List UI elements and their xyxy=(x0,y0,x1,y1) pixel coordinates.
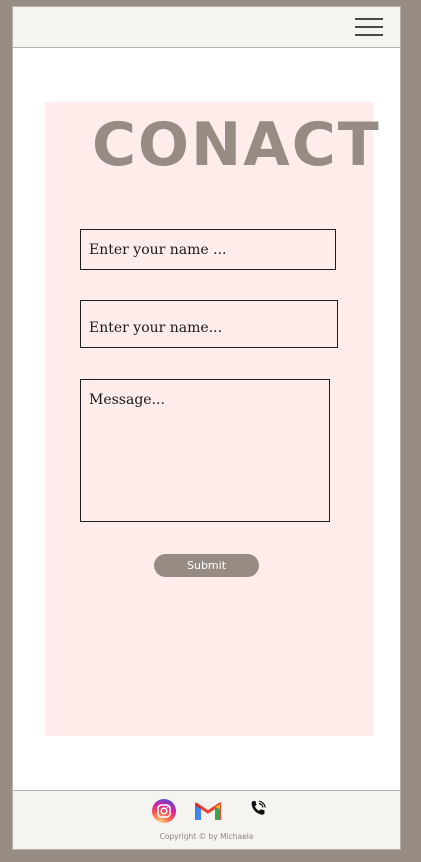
message-textarea[interactable] xyxy=(80,379,330,522)
footer: Copyright © by Michaela xyxy=(13,790,400,849)
submit-button[interactable]: Submit xyxy=(154,554,259,577)
menu-line xyxy=(355,34,383,36)
phone-icon[interactable] xyxy=(248,799,268,819)
copyright-text: Copyright © by Michaela xyxy=(159,832,254,841)
contact-form-card: CONACT Submit xyxy=(45,102,379,736)
hamburger-menu-icon[interactable] xyxy=(355,16,383,38)
gmail-icon[interactable] xyxy=(194,801,222,821)
menu-line xyxy=(355,18,383,20)
social-icons xyxy=(13,799,400,823)
page-title: CONACT xyxy=(92,110,381,180)
page-frame: CONACT Submit xyxy=(12,6,401,850)
instagram-icon[interactable] xyxy=(152,799,176,823)
name-input-second[interactable] xyxy=(80,300,338,348)
menu-line xyxy=(355,26,383,28)
name-input[interactable] xyxy=(80,229,336,270)
top-navigation-bar xyxy=(13,7,400,48)
